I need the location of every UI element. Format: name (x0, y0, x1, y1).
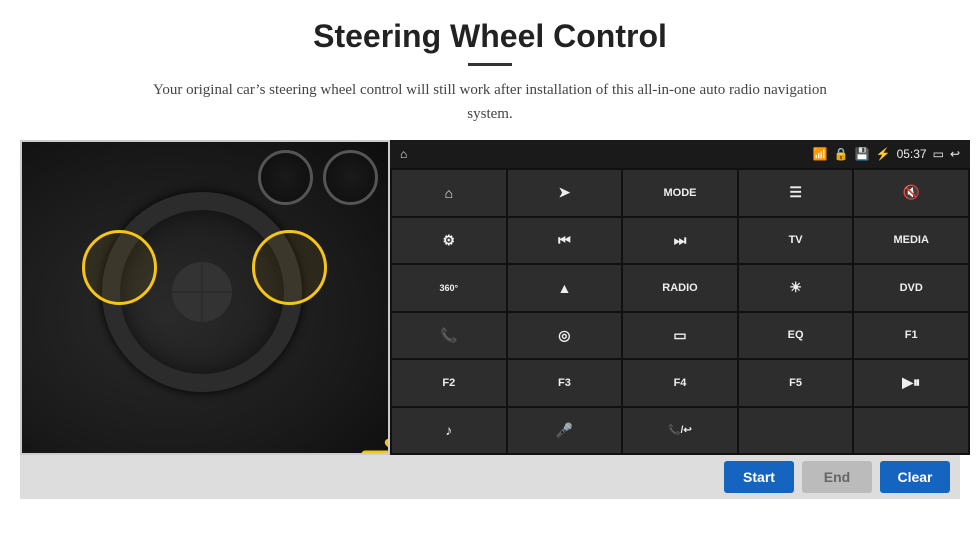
btn-eject[interactable]: ▲ (508, 265, 622, 311)
car-image: ➜ (20, 140, 390, 455)
button-grid: ⌂ ➤ MODE ☰ 🔇 ⚙ ⏮ ⏭ TV MEDIA 360° ▲ RADIO… (390, 168, 970, 455)
btn-media[interactable]: MEDIA (854, 218, 968, 264)
btn-list[interactable]: ☰ (739, 170, 853, 216)
btn-extra1[interactable] (739, 408, 853, 454)
btn-mode[interactable]: MODE (623, 170, 737, 216)
page-title: Steering Wheel Control (313, 18, 667, 55)
status-bar: ⌂ 📶 🔒 💾 ⚡ 05:37 ▭ ↩ (390, 140, 970, 168)
action-bar: Start End Clear (20, 455, 960, 499)
wifi-icon: 📶 (813, 147, 828, 162)
btn-f3[interactable]: F3 (508, 360, 622, 406)
btn-nav[interactable]: ➤ (508, 170, 622, 216)
btn-mute[interactable]: 🔇 (854, 170, 968, 216)
status-right: 📶 🔒 💾 ⚡ 05:37 ▭ ↩ (813, 147, 960, 162)
btn-navi[interactable]: ◎ (508, 313, 622, 359)
btn-settings[interactable]: ⚙ (392, 218, 506, 264)
btn-360[interactable]: 360° (392, 265, 506, 311)
btn-home[interactable]: ⌂ (392, 170, 506, 216)
status-time: 05:37 (897, 147, 927, 161)
cast-icon: ▭ (933, 147, 944, 162)
highlight-circle-right (252, 230, 327, 305)
back-icon: ↩ (950, 147, 960, 162)
btn-music[interactable]: ♪ (392, 408, 506, 454)
btn-play-pause[interactable]: ▶⏸ (854, 360, 968, 406)
clear-button[interactable]: Clear (880, 461, 950, 493)
sw-spoke-v (172, 291, 232, 293)
btn-mic[interactable]: 🎤 (508, 408, 622, 454)
gauge-right (323, 150, 378, 205)
btn-radio[interactable]: RADIO (623, 265, 737, 311)
btn-prev[interactable]: ⏮ (508, 218, 622, 264)
btn-call-end[interactable]: 📞/↩ (623, 408, 737, 454)
btn-f2[interactable]: F2 (392, 360, 506, 406)
title-divider (468, 63, 512, 66)
btn-f4[interactable]: F4 (623, 360, 737, 406)
bluetooth-icon: ⚡ (876, 147, 891, 162)
btn-f5[interactable]: F5 (739, 360, 853, 406)
btn-eq[interactable]: EQ (739, 313, 853, 359)
home-status-icon: ⌂ (400, 147, 407, 162)
lock-icon: 🔒 (834, 147, 849, 162)
highlight-circle-left (82, 230, 157, 305)
sd-icon: 💾 (855, 147, 870, 162)
yellow-arrow-icon: ➜ (358, 420, 390, 455)
btn-screen[interactable]: ▭ (623, 313, 737, 359)
btn-extra2[interactable] (854, 408, 968, 454)
page-wrapper: Steering Wheel Control Your original car… (0, 0, 980, 544)
gauge-area (258, 150, 378, 230)
content-row: ➜ ⌂ 📶 🔒 💾 ⚡ 05:37 ▭ ↩ (20, 140, 960, 455)
end-button[interactable]: End (802, 461, 872, 493)
status-left: ⌂ (400, 147, 407, 162)
car-image-inner: ➜ (22, 142, 388, 453)
gauge-left (258, 150, 313, 205)
btn-dvd[interactable]: DVD (854, 265, 968, 311)
start-button[interactable]: Start (724, 461, 794, 493)
btn-phone[interactable]: 📞 (392, 313, 506, 359)
head-unit: ⌂ 📶 🔒 💾 ⚡ 05:37 ▭ ↩ ⌂ ➤ MODE ☰ (390, 140, 970, 455)
page-subtitle: Your original car’s steering wheel contr… (130, 78, 850, 126)
btn-tv[interactable]: TV (739, 218, 853, 264)
btn-next[interactable]: ⏭ (623, 218, 737, 264)
btn-brightness[interactable]: ☀ (739, 265, 853, 311)
btn-f1[interactable]: F1 (854, 313, 968, 359)
